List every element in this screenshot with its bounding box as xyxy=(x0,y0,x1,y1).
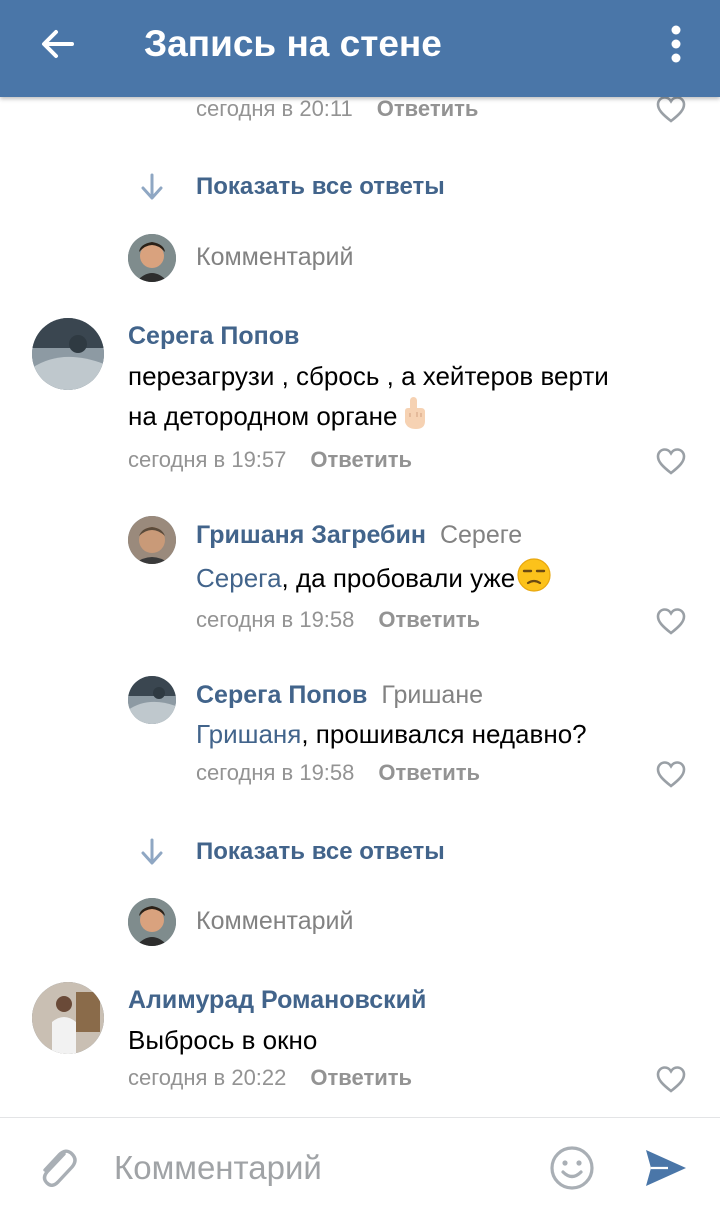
emoji-smile-icon[interactable] xyxy=(548,1144,596,1192)
reply-button[interactable]: Ответить xyxy=(377,97,479,121)
heart-icon[interactable] xyxy=(656,760,686,788)
comment-text-line: на детородном органе xyxy=(128,395,698,441)
comment-text: Серега, да пробовали уже xyxy=(196,557,696,603)
page-title: Запись на стене xyxy=(144,23,442,64)
comment-body: , да пробовали уже xyxy=(281,562,516,593)
back-arrow-icon[interactable] xyxy=(36,22,80,66)
show-all-replies-button[interactable]: Показать все ответы xyxy=(196,172,445,202)
paperclip-icon[interactable] xyxy=(34,1142,80,1192)
unamused-face-icon xyxy=(515,557,553,603)
comment-time: сегодня в 19:57 xyxy=(128,447,287,472)
reply-button[interactable]: Ответить xyxy=(378,760,480,785)
comment-meta: сегодня в 19:58 Ответить xyxy=(196,605,480,635)
avatar xyxy=(128,898,176,946)
send-icon[interactable] xyxy=(642,1146,688,1190)
reply-button[interactable]: Ответить xyxy=(378,607,480,632)
comment-time: сегодня в 19:58 xyxy=(196,760,355,785)
comment-time: сегодня в 19:58 xyxy=(196,607,355,632)
avatar[interactable] xyxy=(32,982,104,1054)
arrow-down-icon xyxy=(138,172,166,202)
reply-to-label: Гришане xyxy=(381,681,484,709)
reply-to-label: Сереге xyxy=(439,521,523,549)
heart-icon[interactable] xyxy=(656,1065,686,1093)
avatar xyxy=(128,234,176,282)
comment-meta: сегодня в 19:57 Ответить xyxy=(128,445,412,475)
comment-time: сегодня в 20:22 xyxy=(128,1065,287,1090)
comment-composer: Комментарий xyxy=(0,1117,720,1215)
avatar[interactable] xyxy=(32,318,104,390)
reply-comment-field[interactable]: Комментарий xyxy=(196,906,353,936)
reply-button[interactable]: Ответить xyxy=(310,447,412,472)
comment-author[interactable]: Алимурад Романовский xyxy=(128,985,426,1015)
heart-icon[interactable] xyxy=(656,607,686,635)
comment-meta: сегодня в 20:11 Ответить xyxy=(196,97,478,124)
avatar[interactable] xyxy=(128,676,176,724)
reply-button[interactable]: Ответить xyxy=(310,1065,412,1090)
heart-icon[interactable] xyxy=(656,447,686,475)
more-vert-icon[interactable] xyxy=(660,22,692,66)
show-all-replies-button[interactable]: Показать все ответы xyxy=(196,837,445,867)
arrow-down-icon xyxy=(138,837,166,867)
heart-icon[interactable] xyxy=(656,97,686,123)
comment-body: , прошивался недавно? xyxy=(301,719,587,749)
author-name[interactable]: Серега Попов xyxy=(196,681,367,709)
comment-author: Гришаня Загребин Сереге xyxy=(196,520,522,550)
avatar[interactable] xyxy=(128,516,176,564)
comment-text-line-2: на детородном органе xyxy=(128,400,398,431)
comment-text-line: перезагрузи , сбрось , а хейтеров верти xyxy=(128,361,609,391)
comment-meta: сегодня в 20:22 Ответить xyxy=(128,1063,412,1093)
comment-author: Серега Попов Гришане xyxy=(196,680,483,710)
comment-text: Гришаня, прошивался недавно? xyxy=(196,715,696,753)
mention-link[interactable]: Гришаня xyxy=(196,719,301,749)
reply-comment-field[interactable]: Комментарий xyxy=(196,242,353,272)
comment-author[interactable]: Серега Попов xyxy=(128,321,299,351)
comment-meta: сегодня в 19:58 Ответить xyxy=(196,758,480,788)
comment-text: перезагрузи , сбрось , а хейтеров верти … xyxy=(128,357,698,441)
comments-feed[interactable]: сегодня в 20:11 Ответить Показать все отв… xyxy=(0,97,720,1117)
comment-time: сегодня в 20:11 xyxy=(196,97,353,121)
comment-input[interactable]: Комментарий xyxy=(114,1148,322,1188)
mention-link[interactable]: Серега xyxy=(196,563,282,593)
app-bar: Запись на стене xyxy=(0,0,720,97)
pointing-up-hand-icon xyxy=(397,395,429,441)
comment-text: Выбрось в окно xyxy=(128,1025,318,1055)
author-name[interactable]: Гришаня Загребин xyxy=(196,521,426,549)
